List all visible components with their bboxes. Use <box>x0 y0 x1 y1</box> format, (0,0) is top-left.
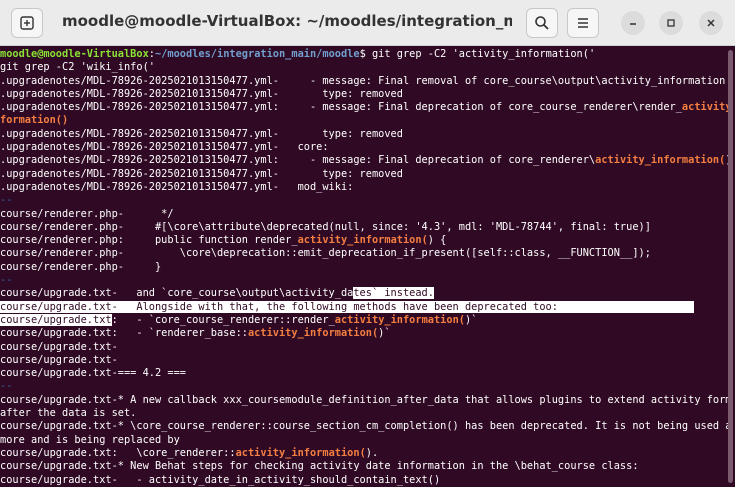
match-highlight: activity_in <box>681 101 728 114</box>
window-title: moodle@moodle-VirtualBox: ~/moodles/inte… <box>62 12 512 30</box>
output-line: .upgradenotes/MDL-78926-2025021013150477… <box>0 141 728 154</box>
output-line: course/upgrade.txt: - `renderer_base::ac… <box>0 327 728 340</box>
output-text: after the data is set. <box>0 407 137 420</box>
output-text: course/upgrade.txt-=== 4.2 === <box>0 367 186 380</box>
output-line: course/renderer.php- \core\deprecation::… <box>0 247 728 260</box>
output-text: course/renderer.php- */ <box>0 207 174 220</box>
terminal-scrollbar[interactable] <box>728 50 733 483</box>
output-text: -- <box>0 274 13 287</box>
menu-icon <box>578 18 588 28</box>
output-line: course/upgrade.txt-* New Behat steps for… <box>0 460 728 473</box>
match-highlight: activity_information( <box>247 327 379 340</box>
maximize-button[interactable] <box>659 11 683 35</box>
output-line: .upgradenotes/MDL-78926-2025021013150477… <box>0 88 728 101</box>
output-line: -- <box>0 274 728 287</box>
output-line: -- <box>0 194 728 207</box>
output-text: course/upgrade.txt: - `renderer_base:: <box>0 327 248 340</box>
output-text: course/upgrade.txt-* New Behat steps for… <box>0 460 639 473</box>
prompt-dollar: $ <box>359 48 372 60</box>
prompt-user: moodle@moodle-VirtualBox <box>0 48 149 60</box>
output-line: course/upgrade.txt- and `core_course\out… <box>0 287 728 300</box>
close-button[interactable] <box>699 11 723 35</box>
selected-text: course/upgrade.txt- Alongside with that,… <box>0 300 695 313</box>
output-text: )` <box>378 327 391 340</box>
output-text: .upgradenotes/MDL-78926-2025021013150477… <box>0 74 726 87</box>
output-text: course/upgrade.txt- <box>0 353 118 366</box>
match-highlight: act <box>334 313 354 326</box>
terminal-output[interactable]: moodle@moodle-VirtualBox:~/moodles/integ… <box>0 46 728 487</box>
output-line: course/renderer.php- */ <box>0 208 728 221</box>
output-line: course/upgrade.txt- - activity_date_in_a… <box>0 474 728 487</box>
output-text: ). <box>365 446 379 459</box>
output-text: course/renderer.php- #[\core\attribute\d… <box>0 220 651 233</box>
output-text: course/upgrade.txt: \core_renderer:: <box>0 446 236 459</box>
match-highlight: activity_information( <box>235 446 366 459</box>
output-text: course/renderer.php- \core\deprecation::… <box>0 247 651 260</box>
output-line: .upgradenotes/MDL-78926-2025021013150477… <box>0 181 728 194</box>
output-line: course/upgrade.txt: - `core_course_rende… <box>0 313 728 327</box>
output-text: .upgradenotes/MDL-78926-2025021013150477… <box>0 180 354 193</box>
output-text: .upgradenotes/MDL-78926-2025021013150477… <box>0 154 596 167</box>
output-text: course/upgrade.txt- - activity_date_in_a… <box>0 473 441 486</box>
output-text: .upgradenotes/MDL-78926-2025021013150477… <box>0 87 403 100</box>
selected-text: tes` instead. <box>353 287 434 300</box>
output-line: course/upgrade.txt-* \core_course_render… <box>0 420 728 433</box>
search-icon <box>535 16 549 30</box>
grep-results: .upgradenotes/MDL-78926-2025021013150477… <box>0 75 728 487</box>
prompt-line: moodle@moodle-VirtualBox:~/moodles/integ… <box>0 48 728 61</box>
new-tab-icon <box>20 16 34 30</box>
match-highlight: activity_information( <box>297 234 428 247</box>
match-highlight: formation() <box>0 114 69 127</box>
output-line: course/upgrade.txt-* A new callback xxx_… <box>0 394 728 407</box>
match-highlight: activity_information( <box>595 154 726 167</box>
output-line: course/upgrade.txt- <box>0 341 728 354</box>
output-line: more and is being replaced by <box>0 434 728 447</box>
output-text: -- <box>0 380 13 393</box>
output-text: .upgradenotes/MDL-78926-2025021013150477… <box>0 141 329 154</box>
terminal-titlebar: moodle@moodle-VirtualBox: ~/moodles/inte… <box>0 0 735 46</box>
output-line: after the data is set. <box>0 407 728 420</box>
minimize-button[interactable] <box>621 11 645 35</box>
output-line: course/upgrade.txt- Alongside with that,… <box>0 300 728 314</box>
output-line: .upgradenotes/MDL-78926-2025021013150477… <box>0 75 728 88</box>
new-tab-button[interactable] <box>11 8 43 38</box>
output-text: course/upgrade.txt-* A new callback xxx_… <box>0 393 728 406</box>
search-button[interactable] <box>526 8 558 38</box>
output-text: : - `core_course_renderer::render_ <box>111 313 335 326</box>
output-text: more and is being replaced by <box>0 433 180 446</box>
output-text: course/renderer.php- } <box>0 260 162 273</box>
minimize-icon <box>630 23 636 25</box>
output-line: course/upgrade.txt- <box>0 354 728 367</box>
output-text: .upgradenotes/MDL-78926-2025021013150477… <box>0 127 403 140</box>
output-line: .upgradenotes/MDL-78926-2025021013150477… <box>0 168 728 181</box>
output-line: .upgradenotes/MDL-78926-2025021013150477… <box>0 101 728 114</box>
selected-text: course/upgrade.txt <box>0 313 112 326</box>
output-text: )` <box>464 313 478 326</box>
prompt-command: git grep -C2 'activity_information(' <box>371 48 596 60</box>
output-line: -- <box>0 380 728 393</box>
output-text: .upgradenotes/MDL-78926-2025021013150477… <box>0 167 403 180</box>
output-line: course/renderer.php- #[\core\attribute\d… <box>0 221 728 234</box>
maximize-icon <box>667 19 675 27</box>
output-line: .upgradenotes/MDL-78926-2025021013150477… <box>0 154 728 167</box>
output-text: course/upgrade.txt-* \core_course_render… <box>0 420 728 433</box>
output-line: course/upgrade.txt-=== 4.2 === <box>0 367 728 380</box>
output-line: course/upgrade.txt: \core_renderer::acti… <box>0 447 728 460</box>
output-text: course/upgrade.txt- and `core_course\out… <box>0 287 354 300</box>
output-line: course/renderer.php- } <box>0 261 728 274</box>
output-line: course/renderer.php: public function ren… <box>0 234 728 247</box>
output-text: course/renderer.php: public function ren… <box>0 234 298 247</box>
match-highlight: ivity_information( <box>353 313 465 326</box>
output-text: .upgradenotes/MDL-78926-2025021013150477… <box>0 101 682 114</box>
output-line: .upgradenotes/MDL-78926-2025021013150477… <box>0 128 728 141</box>
output-text: -- <box>0 194 13 207</box>
menu-button[interactable] <box>567 8 599 38</box>
command-wrapped-line: git grep -C2 'wiki_info(' <box>0 61 155 74</box>
output-text: course/upgrade.txt- <box>0 340 118 353</box>
output-line: formation() <box>0 114 728 127</box>
prompt-path: ~/moodles/integration_main/moodle <box>155 48 360 60</box>
close-icon <box>707 19 715 27</box>
output-text: ) { <box>427 234 447 247</box>
